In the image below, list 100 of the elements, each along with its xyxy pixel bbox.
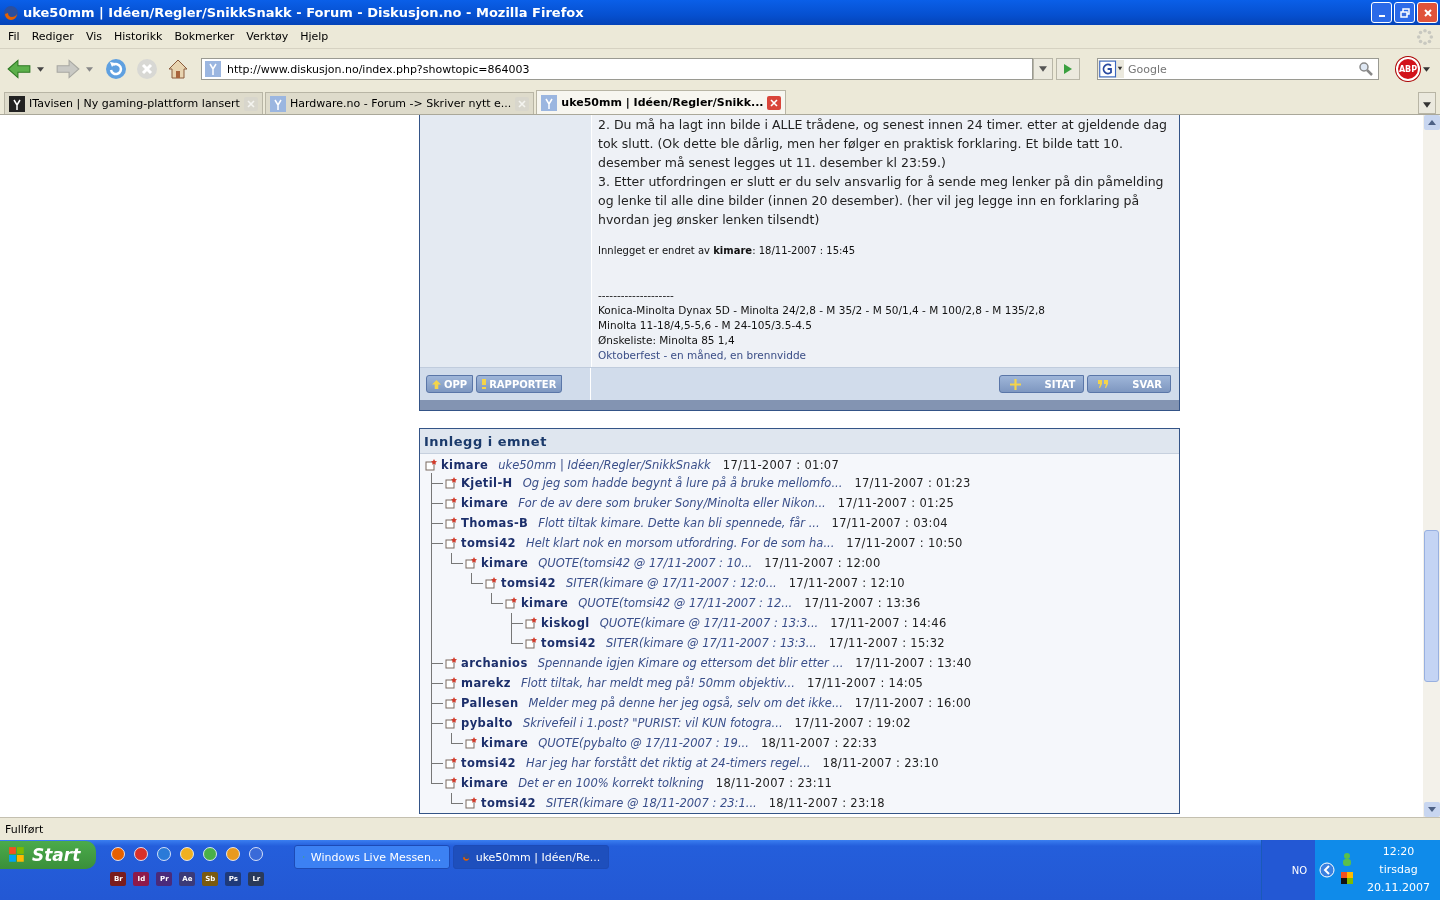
post-subject-link[interactable]: QUOTE(tomsi42 @ 17/11-2007 : 10... <box>538 556 753 570</box>
post-date: 18/11-2007 : 22:33 <box>760 736 878 750</box>
post-author-link[interactable]: Thomas-B <box>461 516 529 530</box>
clock-day: tirsdag <box>1379 861 1418 879</box>
post-author-link[interactable]: kimare <box>441 458 489 472</box>
post-subject-link[interactable]: Og jeg som hadde begynt å lure på å bruke mellomfo... <box>522 476 843 490</box>
signature-link[interactable]: Oktoberfest - en måned, en brennvidde <box>598 348 806 363</box>
browser-tab[interactable]: uke50mm | Idéen/Regler/Snikk... <box>536 90 787 114</box>
post-subject-link[interactable]: QUOTE(kimare @ 17/11-2007 : 13:3... <box>599 616 819 630</box>
search-field[interactable]: Google <box>1097 58 1379 80</box>
menu-item[interactable]: Hjelp <box>294 30 335 43</box>
history-dropdown-button[interactable] <box>1033 58 1053 80</box>
post-author-link[interactable]: archanios <box>461 656 528 670</box>
post-author-link[interactable]: kimare <box>461 776 509 790</box>
minimize-button[interactable] <box>1371 2 1392 23</box>
post-subject-link[interactable]: Spennande igjen Kimare og ettersom det blir etter ... <box>537 656 844 670</box>
post-author-link[interactable]: kimare <box>481 736 529 750</box>
post-subject-link[interactable]: Helt klart nok en morsom utfordring. For de som ha... <box>526 536 835 550</box>
taskbar-button[interactable]: Windows Live Messen... <box>294 845 451 869</box>
post-icon <box>445 657 457 669</box>
adblock-button[interactable]: ABP <box>1396 57 1420 81</box>
close-button[interactable] <box>1417 2 1438 23</box>
post-subject-link[interactable]: SITER(kimare @ 17/11-2007 : 12:0... <box>566 576 777 590</box>
post-author-link[interactable]: Kjetil-H <box>461 476 513 490</box>
post-date: 17/11-2007 : 12:00 <box>764 556 881 570</box>
post-author-link[interactable]: tomsi42 <box>481 796 536 810</box>
post-author-link[interactable]: kimare <box>461 496 509 510</box>
quick-launch-icon[interactable] <box>110 846 127 862</box>
quick-launch-icon[interactable] <box>133 846 150 862</box>
taskbar-button[interactable]: uke50mm | Idéen/Re... <box>453 845 610 869</box>
post-icon <box>465 797 477 809</box>
post-author-link[interactable]: tomsi42 <box>541 636 596 650</box>
browser-tab[interactable]: ITavisen | Ny gaming-plattform lansert <box>4 92 263 114</box>
firefox-icon <box>462 850 471 864</box>
dropdown-icon[interactable] <box>37 66 44 72</box>
quick-launch-icon[interactable] <box>156 846 173 862</box>
post-subject-link[interactable]: SITER(kimare @ 18/11-2007 : 23:1... <box>546 796 757 810</box>
post-subject-link[interactable]: For de av dere som bruker Sony/Minolta eller Nikon... <box>518 496 826 510</box>
restore-button[interactable] <box>1394 2 1415 23</box>
post-author-link[interactable]: tomsi42 <box>501 576 556 590</box>
go-button[interactable] <box>1056 58 1080 80</box>
scroll-up-icon[interactable] <box>1423 115 1440 130</box>
post-author-link[interactable]: Pallesen <box>461 696 519 710</box>
post-author-link[interactable]: kimare <box>521 596 569 610</box>
post-subject-link[interactable]: uke50mm | Idéen/Regler/SnikkSnakk <box>498 458 711 472</box>
dropdown-icon[interactable] <box>1423 66 1430 72</box>
post-author-link[interactable]: tomsi42 <box>461 536 516 550</box>
menu-item[interactable]: Vis <box>79 30 108 43</box>
post-subject-link[interactable]: Det er en 100% korrekt tolkning <box>518 776 704 790</box>
post-author-link[interactable]: pybalto <box>461 716 513 730</box>
menu-item[interactable]: Verktøy <box>240 30 295 43</box>
caret-icon <box>1423 101 1431 108</box>
language-indicator[interactable]: NO <box>1261 840 1315 900</box>
menu-item[interactable]: Rediger <box>25 30 80 43</box>
post-icon <box>445 777 457 789</box>
house-icon <box>166 57 190 81</box>
browser-tab[interactable]: Hardware.no - Forum -> Skriver nytt e... <box>264 92 535 114</box>
post-subject-link[interactable]: QUOTE(tomsi42 @ 17/11-2007 : 12... <box>578 596 793 610</box>
post-subject-link[interactable]: Flott tiltak, har meldt meg på! 50mm objektiv... <box>520 676 795 690</box>
post-subject-link[interactable]: QUOTE(pybalto @ 17/11-2007 : 19... <box>538 736 749 750</box>
post-subject-link[interactable]: Skrivefeil i 1.post? "PURIST: vil KUN fotogra... <box>522 716 783 730</box>
quick-launch-icon[interactable] <box>248 846 265 862</box>
forward-arrow-icon <box>55 58 81 80</box>
scroll-down-icon[interactable] <box>1423 802 1440 817</box>
menu-item[interactable]: Bokmerker <box>168 30 241 43</box>
menu-item[interactable]: Historikk <box>107 30 169 43</box>
scrollbar[interactable] <box>1423 115 1440 817</box>
caret-icon <box>1039 66 1047 72</box>
quick-launch-icon[interactable] <box>202 846 219 862</box>
search-icon[interactable] <box>1358 61 1374 77</box>
signature-line: Minolta 11-18/4,5-5,6 - M 24-105/3.5-4.5 <box>598 318 813 333</box>
show-hidden-icons-button[interactable] <box>1319 862 1335 878</box>
post-author-link[interactable]: marekz <box>461 676 511 690</box>
google-engine-icon[interactable] <box>1098 60 1124 78</box>
post-subject-link[interactable]: SITER(kimare @ 17/11-2007 : 13:3... <box>606 636 817 650</box>
post-date: 17/11-2007 : 16:00 <box>854 696 972 710</box>
close-icon <box>1422 7 1433 18</box>
post-date: 17/11-2007 : 01:23 <box>854 476 971 490</box>
post-author-link[interactable]: tomsi42 <box>461 756 516 770</box>
post-date: 17/11-2007 : 13:36 <box>804 596 921 610</box>
post-subject-link[interactable]: Har jeg har forstått det riktig at 24-timers regel... <box>526 756 811 770</box>
minimize-icon <box>1378 14 1385 17</box>
tab-list-button[interactable] <box>1418 92 1436 114</box>
post-subject-link[interactable]: Melder meg på denne her jeg også, selv om det ikke... <box>528 696 843 710</box>
post-icon <box>445 697 457 709</box>
address-field[interactable]: http://www.diskusjon.no/index.php?showtopic=864003 <box>201 58 1033 80</box>
post-subject-link[interactable]: Flott tiltak kimare. Dette kan bli spennede, får ... <box>538 516 820 530</box>
site-icon <box>541 94 558 111</box>
post-icon <box>425 459 437 471</box>
menu-item[interactable]: Fil <box>2 30 26 43</box>
window-title: uke50mm | Idéen/Regler/SnikkSnakk - Forum - Diskusjon.no - Mozilla Firefox <box>23 5 585 20</box>
signature-line: Konica-Minolta Dynax 5D - Minolta 24/2,8 - M 35/2 - M 50/1,4 - M 100/2,8 - M 135/2,8 <box>598 303 1047 318</box>
quick-launch-icon[interactable] <box>225 846 242 862</box>
close-tab-icon[interactable] <box>767 95 782 110</box>
post-date: 17/11-2007 : 15:32 <box>828 636 945 650</box>
quick-launch-icon[interactable] <box>179 846 196 862</box>
edit-note: Innlegget er endret av kimare: 18/11-2007 : 15:45 <box>598 245 857 256</box>
post-author-link[interactable]: kiskogl <box>541 616 590 630</box>
scroll-thumb[interactable] <box>1424 530 1439 682</box>
post-author-link[interactable]: kimare <box>481 556 529 570</box>
